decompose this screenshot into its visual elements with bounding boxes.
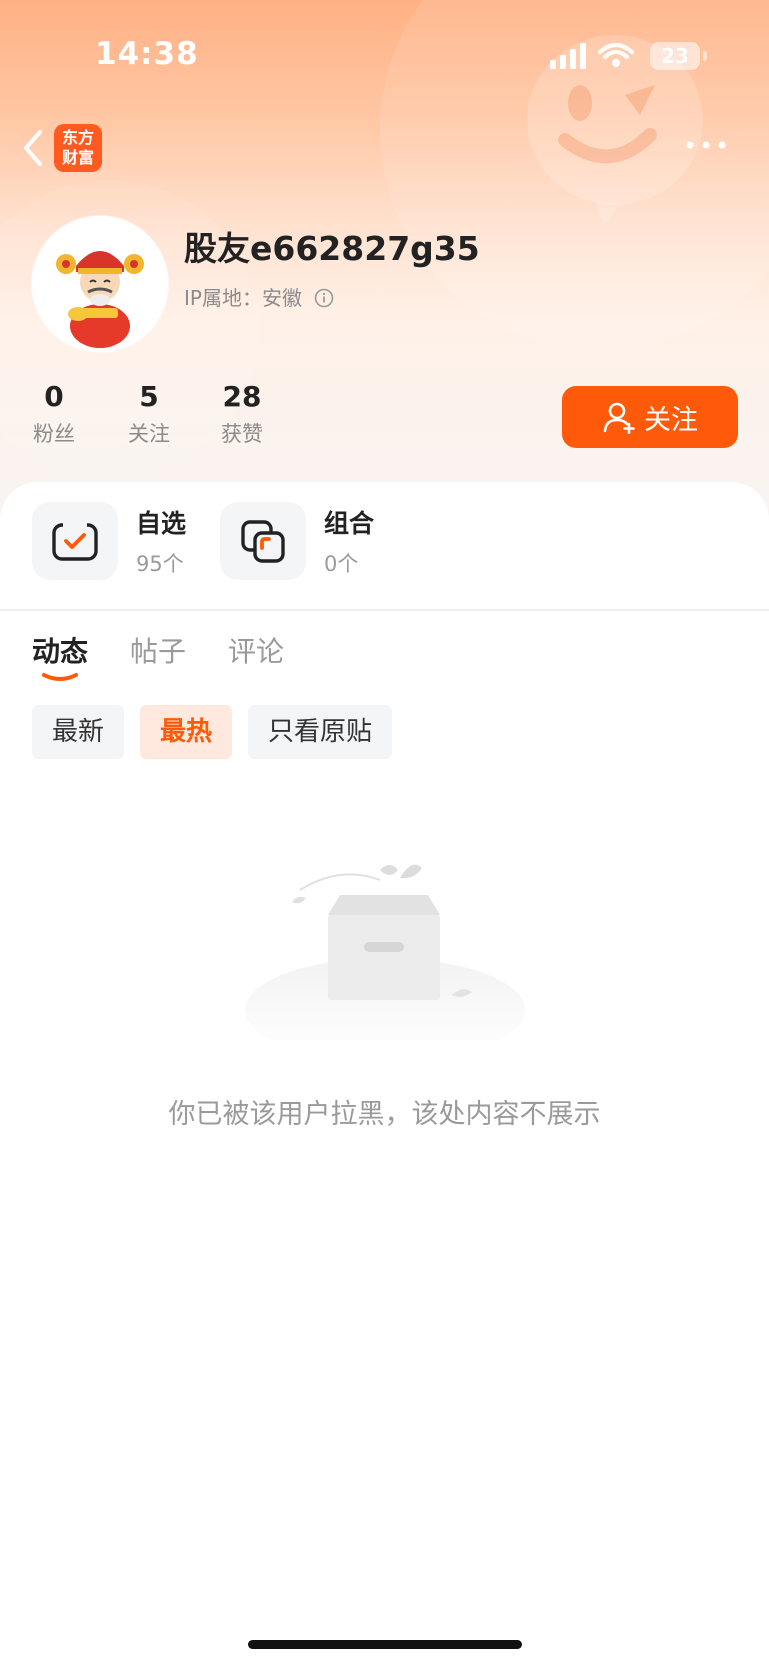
signal-wifi-icons <box>550 43 634 69</box>
watchlist-text: 自选 95个 <box>136 504 186 578</box>
info-icon[interactable] <box>314 288 334 308</box>
brand-logo-line: 东方 <box>61 128 94 147</box>
filter-hottest[interactable]: 最热 <box>140 705 233 759</box>
watchlist-title: 自选 <box>136 509 187 538</box>
quick-entry-card: 自选 95个 组合 0个 <box>0 482 769 612</box>
tab-label: 评论 <box>228 635 285 668</box>
stat-value: 5 <box>139 380 159 413</box>
follow-button[interactable]: 关注 <box>562 386 738 448</box>
more-options-icon[interactable] <box>684 138 728 152</box>
watchlist-check-icon <box>52 522 98 561</box>
ip-location: IP属地：安徽 <box>184 286 302 310</box>
stat-label: 粉丝 <box>33 422 75 446</box>
avatar[interactable] <box>32 216 168 352</box>
ip-location-row: IP属地：安徽 <box>184 282 334 311</box>
empty-state-message: 你已被该用户拉黑，该处内容不展示 <box>168 1099 601 1130</box>
brand-logo-line: 财富 <box>61 148 94 167</box>
add-user-icon <box>603 402 635 434</box>
portfolio-entry[interactable]: 组合 0个 <box>220 502 374 580</box>
stat-value: 0 <box>44 380 64 413</box>
tab-label: 帖子 <box>130 635 187 668</box>
stat-value: 28 <box>222 380 262 413</box>
battery-indicator: 23 <box>650 42 700 70</box>
active-tab-indicator <box>42 673 78 681</box>
filter-chips: 最新 最热 只看原贴 <box>32 705 408 759</box>
portfolio-icon-box <box>220 502 306 580</box>
portfolio-icon <box>241 520 285 563</box>
portfolio-text: 组合 0个 <box>324 504 374 578</box>
battery-tip <box>703 51 707 61</box>
stat-fans[interactable]: 0 粉丝 <box>14 380 94 448</box>
stat-following[interactable]: 5 关注 <box>109 380 189 448</box>
home-indicator[interactable] <box>248 1640 522 1649</box>
watchlist-count: 95个 <box>136 552 184 576</box>
tab-posts[interactable]: 帖子 <box>130 630 186 670</box>
fortune-god-avatar-icon <box>32 216 168 352</box>
stat-likes[interactable]: 28 获赞 <box>202 380 282 448</box>
stat-label: 关注 <box>128 422 170 446</box>
watchlist-entry[interactable]: 自选 95个 <box>32 502 186 580</box>
stat-label: 获赞 <box>221 422 263 446</box>
portfolio-title: 组合 <box>324 509 375 538</box>
filter-original-only[interactable]: 只看原贴 <box>248 705 393 759</box>
tab-label: 动态 <box>32 635 89 668</box>
tab-dynamics[interactable]: 动态 <box>32 630 89 681</box>
portfolio-count: 0个 <box>324 552 359 576</box>
section-divider <box>0 609 769 611</box>
empty-box-illustration <box>245 864 525 1040</box>
brand-logo[interactable]: 东方 财富 <box>54 124 102 172</box>
follow-button-label: 关注 <box>644 404 698 436</box>
back-arrow-icon[interactable] <box>18 128 48 168</box>
tab-comments[interactable]: 评论 <box>228 630 284 670</box>
status-time: 14:38 <box>95 36 199 72</box>
content-tabs: 动态 帖子 评论 <box>32 630 326 681</box>
filter-latest[interactable]: 最新 <box>32 705 125 759</box>
watchlist-icon-box <box>32 502 118 580</box>
username: 股友e662827g35 <box>184 229 480 268</box>
